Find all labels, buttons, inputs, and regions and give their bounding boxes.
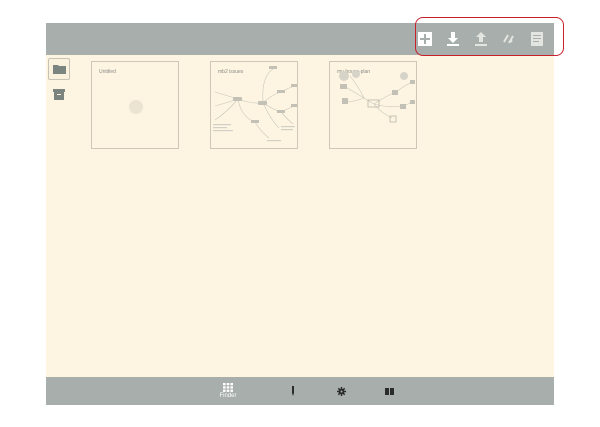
gear-icon [336,386,346,396]
toolbar-highlight [415,17,564,56]
library-tab[interactable] [384,377,394,405]
pen-icon [292,386,294,396]
map-thumbnail [129,100,143,114]
finder-label: Finder [219,393,237,399]
map-thumbnail [213,66,297,142]
grid-icon [223,383,233,392]
map-card-my-house-plan[interactable]: my-house-plan [329,61,417,149]
bottom-nav-bar: Finder [46,377,554,405]
archive-button[interactable] [48,83,70,105]
pen-tab[interactable] [289,377,297,405]
book-icon [384,387,394,395]
finder-tab[interactable]: Finder [218,377,238,405]
map-thumbnail [339,70,415,123]
map-card-untitled[interactable]: Untitled [91,61,179,149]
map-card-mb2-issues[interactable]: mb2 issues [210,61,298,149]
app-window: Untitled mb2 issues Finder [46,23,554,405]
archive-icon [53,88,65,100]
settings-tab[interactable] [336,377,346,405]
folder-icon [52,65,66,74]
folder-button[interactable] [48,58,70,80]
